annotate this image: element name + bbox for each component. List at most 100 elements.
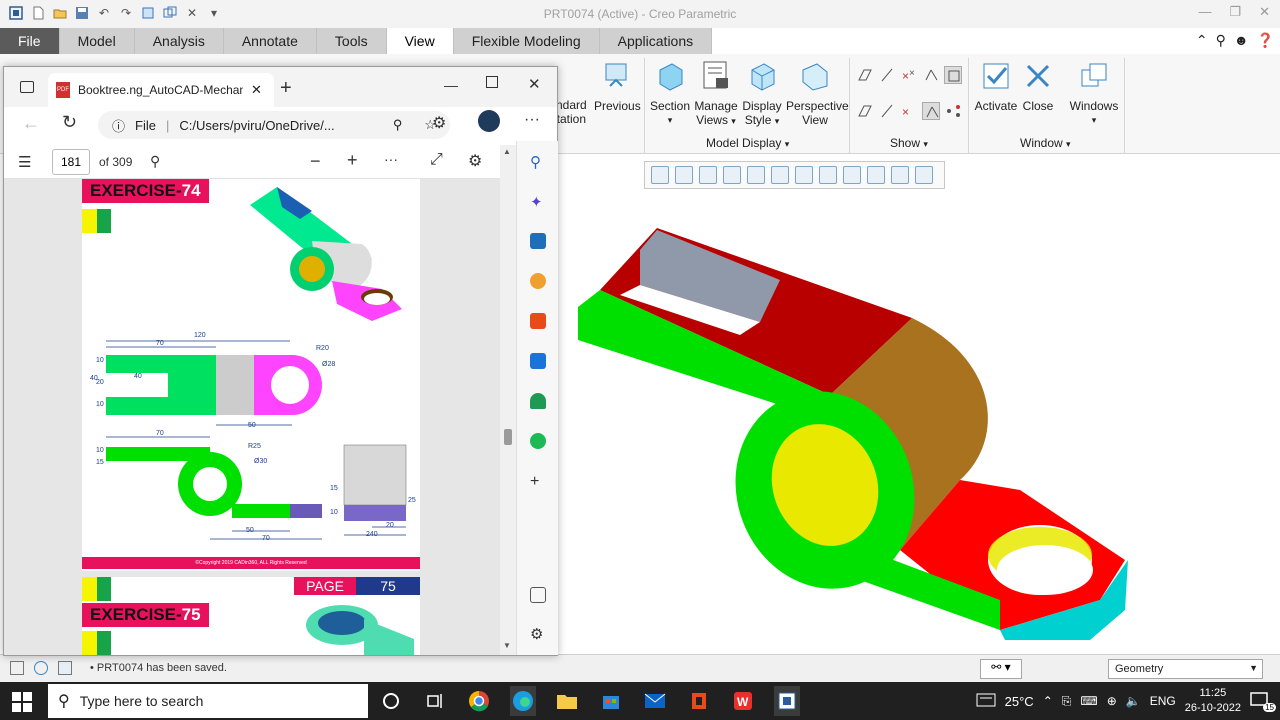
selection-filter-dropdown[interactable]: Geometry ▼ bbox=[1108, 659, 1263, 679]
games-icon[interactable] bbox=[530, 393, 546, 409]
close-button[interactable]: Close bbox=[1020, 60, 1056, 113]
point-display-icon[interactable]: × × bbox=[900, 66, 918, 84]
pdf-viewer[interactable]: EXERCISE-74 120 70 40 R20 Ø28 50 40 10 2… bbox=[4, 179, 500, 655]
cortana-icon[interactable] bbox=[378, 686, 404, 716]
perspective-view-button[interactable]: Perspective View bbox=[786, 60, 849, 127]
back-icon[interactable]: ← bbox=[22, 113, 40, 134]
plane-tag-icon[interactable] bbox=[856, 102, 874, 120]
collapse-ribbon-icon[interactable]: ⌃ bbox=[1196, 32, 1208, 49]
user-icon[interactable]: ☻ bbox=[1234, 32, 1249, 49]
perspective-toolbar-icon[interactable] bbox=[843, 166, 861, 184]
fullscreen-toggle-icon[interactable] bbox=[58, 661, 72, 675]
chevron-up-icon[interactable]: ⌃ bbox=[1043, 694, 1053, 708]
plane-display-icon[interactable] bbox=[856, 66, 874, 84]
settings-icon[interactable]: ⚙ bbox=[468, 151, 482, 171]
copilot-icon[interactable]: ✦ bbox=[530, 193, 546, 211]
annotation-toolbar-icon[interactable] bbox=[915, 166, 933, 184]
spin-center-toolbar-icon[interactable] bbox=[891, 166, 909, 184]
previous-view-button[interactable]: Previous bbox=[594, 60, 641, 113]
standard-orientation-button[interactable]: ndard tation bbox=[556, 98, 587, 126]
temperature[interactable]: 25°C bbox=[1005, 694, 1034, 709]
close-icon[interactable]: ✕ bbox=[1259, 4, 1270, 20]
notifications-icon[interactable]: 15 bbox=[1250, 692, 1276, 712]
tab-actions-icon[interactable] bbox=[20, 81, 34, 93]
axis-display-icon[interactable] bbox=[878, 66, 896, 84]
volume-icon[interactable]: 🔈 bbox=[1126, 694, 1141, 708]
refit-icon[interactable] bbox=[651, 166, 669, 184]
clock[interactable]: 11:25 26-10-2022 bbox=[1185, 686, 1241, 716]
tab-flexible-modeling[interactable]: Flexible Modeling bbox=[454, 28, 600, 54]
spin-center-icon[interactable] bbox=[944, 66, 962, 84]
mail-icon[interactable] bbox=[642, 686, 668, 716]
display-style-toolbar-icon[interactable] bbox=[771, 166, 789, 184]
info-icon[interactable]: ⓘ bbox=[112, 116, 125, 135]
office-icon[interactable] bbox=[530, 313, 546, 329]
edge-icon[interactable] bbox=[510, 686, 536, 716]
tab-applications[interactable]: Applications bbox=[600, 28, 713, 54]
office-icon[interactable] bbox=[686, 686, 712, 716]
zoom-in-icon[interactable]: + bbox=[347, 150, 358, 171]
group-window[interactable]: Window ▾ bbox=[1020, 136, 1071, 150]
task-view-icon[interactable] bbox=[422, 686, 448, 716]
navigator-toggle-icon[interactable] bbox=[10, 661, 24, 675]
pdf-scrollbar[interactable]: ▲ ▼ bbox=[500, 145, 516, 655]
section-button[interactable]: Section ▾ bbox=[650, 60, 690, 127]
restore-icon[interactable]: ❐ bbox=[1229, 4, 1241, 20]
zoom-in-icon[interactable] bbox=[675, 166, 693, 184]
windows-start-icon[interactable] bbox=[12, 692, 32, 712]
settings-icon[interactable]: ⚙ bbox=[530, 625, 546, 643]
search-icon[interactable]: ⚲ bbox=[150, 153, 160, 170]
file-explorer-icon[interactable] bbox=[554, 686, 580, 716]
sidebar-collapse-icon[interactable] bbox=[530, 587, 546, 603]
windows-button[interactable]: Windows ▾ bbox=[1068, 60, 1120, 127]
edge-active-tab[interactable]: PDF Booktree.ng_AutoCAD-Mechanic ✕ bbox=[48, 73, 274, 107]
axis-tag-icon[interactable] bbox=[878, 102, 896, 120]
outlook-icon[interactable] bbox=[530, 353, 546, 369]
view-manager-icon[interactable] bbox=[819, 166, 837, 184]
more-options-icon[interactable]: ··· bbox=[384, 151, 398, 167]
taskbar-search-box[interactable]: ⚲ Type here to search bbox=[48, 684, 368, 718]
annotation-display-icon[interactable] bbox=[944, 102, 962, 120]
new-tab-icon[interactable]: + bbox=[280, 77, 292, 100]
creo-taskbar-icon[interactable] bbox=[774, 686, 800, 716]
extensions-icon[interactable]: ⚙ bbox=[432, 113, 446, 133]
repaint-icon[interactable] bbox=[723, 166, 741, 184]
weather-icon[interactable] bbox=[976, 692, 996, 711]
graphics-window[interactable] bbox=[557, 154, 1280, 654]
browser-toggle-icon[interactable] bbox=[34, 661, 48, 675]
zoom-out-icon[interactable] bbox=[699, 166, 717, 184]
point-tag-icon[interactable]: × bbox=[900, 102, 918, 120]
orient-icon[interactable] bbox=[747, 166, 765, 184]
spotify-icon[interactable] bbox=[530, 433, 546, 449]
scroll-down-icon[interactable]: ▼ bbox=[503, 641, 511, 650]
avatar[interactable] bbox=[478, 110, 500, 132]
selection-filter-mode-icon[interactable]: ⚯ ▾ bbox=[980, 659, 1022, 679]
store-icon[interactable] bbox=[598, 686, 624, 716]
fit-page-icon[interactable]: ⤢ bbox=[430, 151, 443, 169]
tab-file[interactable]: File bbox=[0, 28, 60, 54]
display-style-button[interactable]: Display Style ▾ bbox=[740, 60, 784, 128]
tab-view[interactable]: View bbox=[386, 28, 454, 54]
search-icon[interactable]: ⚲ bbox=[1216, 32, 1226, 49]
tab-tools[interactable]: Tools bbox=[317, 28, 387, 54]
zoom-out-icon[interactable]: − bbox=[310, 151, 321, 172]
close-tab-icon[interactable]: ✕ bbox=[251, 82, 262, 98]
tab-analysis[interactable]: Analysis bbox=[135, 28, 224, 54]
people-icon[interactable] bbox=[530, 273, 546, 289]
scroll-up-icon[interactable]: ▲ bbox=[503, 147, 511, 156]
csys-display-icon[interactable] bbox=[922, 66, 940, 84]
network-icon[interactable]: ⊕ bbox=[1107, 694, 1117, 708]
minimize-icon[interactable]: — bbox=[1198, 4, 1211, 20]
activate-button[interactable]: Activate bbox=[974, 60, 1018, 113]
tools-icon[interactable] bbox=[530, 233, 546, 249]
more-menu-icon[interactable]: ··· bbox=[524, 111, 540, 129]
table-of-contents-icon[interactable]: ☰ bbox=[18, 153, 31, 171]
language-indicator[interactable]: ENG bbox=[1150, 694, 1176, 708]
address-input[interactable]: ⓘ File | C:/Users/pviru/OneDrive/... ⚲ ☆ bbox=[98, 111, 450, 139]
tab-model[interactable]: Model bbox=[60, 28, 135, 54]
refresh-icon[interactable]: ↻ bbox=[62, 112, 77, 133]
csys-tag-icon[interactable] bbox=[922, 102, 940, 120]
close-icon[interactable]: ✕ bbox=[528, 75, 541, 93]
help-icon[interactable]: ❓ bbox=[1257, 32, 1274, 49]
maximize-icon[interactable] bbox=[486, 76, 498, 88]
